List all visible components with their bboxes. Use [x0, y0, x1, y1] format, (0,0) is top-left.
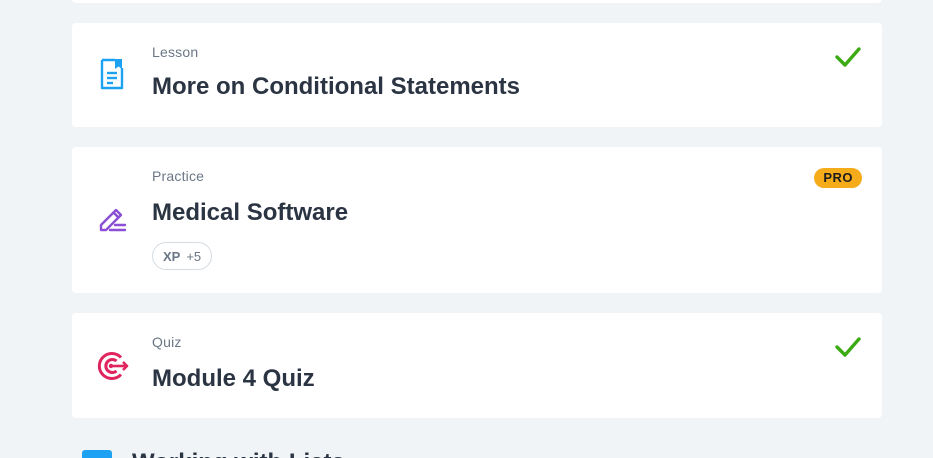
item-kind-label: Quiz [152, 334, 182, 350]
xp-label: XP [163, 248, 181, 264]
section-title: Working with Lists [132, 449, 345, 458]
module-page: Lesson More on Conditional Statements Pr… [0, 0, 933, 458]
item-title[interactable]: Module 4 Quiz [152, 365, 315, 393]
pro-badge: PRO [814, 168, 862, 188]
completed-check-icon [835, 47, 861, 67]
practice-card[interactable]: Practice Medical Software PRO XP +5 [72, 147, 882, 293]
item-title[interactable]: Medical Software [152, 199, 348, 227]
practice-pencil-icon [94, 200, 130, 236]
item-kind-label: Lesson [152, 44, 199, 60]
completed-check-icon [835, 337, 861, 357]
lesson-document-icon [94, 56, 130, 92]
item-kind-label: Practice [152, 168, 205, 184]
section-icon [82, 450, 112, 458]
xp-chip: XP +5 [152, 242, 213, 270]
lesson-card[interactable]: Lesson More on Conditional Statements [72, 23, 882, 127]
previous-card[interactable] [72, 0, 882, 3]
xp-value: +5 [186, 248, 202, 264]
quiz-target-icon [94, 348, 130, 384]
item-title[interactable]: More on Conditional Statements [152, 73, 520, 101]
next-section-header[interactable]: Working with Lists [82, 449, 345, 458]
quiz-card[interactable]: Quiz Module 4 Quiz [72, 313, 882, 418]
